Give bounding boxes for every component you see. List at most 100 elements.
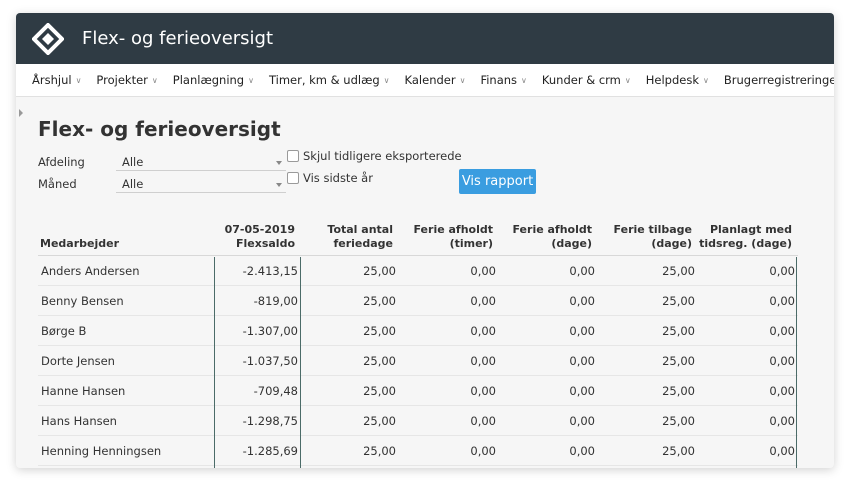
chevron-down-icon: ∨ [75, 75, 82, 85]
afdeling-value: Alle [122, 155, 144, 169]
value-cell: 0,00 [399, 435, 499, 466]
checkbox-box[interactable] [287, 150, 299, 162]
maaned-label: Måned [38, 177, 77, 191]
value-cell: 25,00 [301, 255, 399, 286]
value-cell: -2.413,15 [214, 255, 301, 286]
report-table: Medarbejder 07-05-2019 Flexsaldo Total anta… [38, 220, 798, 466]
vis-sidste-aar-label: Vis sidste år [303, 171, 373, 185]
column-header: 07-05-2019 Flexsaldo [214, 220, 301, 256]
table-row[interactable]: Anders Andersen -2.413,15 25,00 0,00 0,00 25,… [38, 255, 798, 286]
value-cell: 0,00 [698, 435, 798, 466]
main-nav: Årshjul ∨ Projekter ∨ Planlægning ∨ Timer, km … [16, 64, 834, 97]
nav-item-label: Projekter [96, 73, 148, 87]
employee-name-cell: Benny Bensen [38, 285, 214, 316]
page-title: Flex- og ferieoversigt [38, 117, 281, 141]
value-cell: 0,00 [698, 375, 798, 406]
checkbox-box[interactable] [287, 172, 299, 184]
column-header-line1: Total antal [327, 223, 393, 236]
skjul-eksporterede-checkbox[interactable]: Skjul tidligere eksporterede [287, 149, 462, 163]
table-row[interactable]: Dorte Jensen -1.037,50 25,00 0,00 0,00 25,00 0… [38, 345, 798, 376]
value-cell: 25,00 [301, 435, 399, 466]
nav-item[interactable]: Projekter ∨ [96, 73, 157, 87]
value-cell: 0,00 [499, 435, 598, 466]
chevron-down-icon: ∨ [151, 75, 158, 85]
nav-item[interactable]: Helpdesk ∨ [646, 73, 709, 87]
maaned-select[interactable]: Alle [116, 175, 286, 193]
maaned-value: Alle [122, 177, 144, 191]
value-cell: 25,00 [598, 405, 698, 436]
value-cell: 25,00 [301, 375, 399, 406]
logo-icon[interactable] [32, 22, 64, 55]
table-row[interactable]: Henning Henningsen -1.285,69 25,00 0,00 0,00… [38, 435, 798, 466]
value-cell: -819,00 [214, 285, 301, 316]
nav-item[interactable]: Planlægning ∨ [173, 73, 254, 87]
value-cell: 0,00 [499, 255, 598, 286]
value-cell: 0,00 [399, 405, 499, 436]
vis-sidste-aar-checkbox[interactable]: Vis sidste år [287, 171, 373, 185]
table-row[interactable]: Hans Hansen -1.298,75 25,00 0,00 0,00 25,00 0,… [38, 405, 798, 436]
column-header-line1: Ferie afholdt [413, 223, 493, 236]
value-cell: -709,48 [214, 375, 301, 406]
nav-item-label: Timer, km & udlæg [268, 73, 380, 87]
value-cell: 0,00 [499, 285, 598, 316]
value-cell: 25,00 [598, 315, 698, 346]
column-header: Ferie tilbage (dage) [598, 220, 698, 256]
skjul-eksporterede-label: Skjul tidligere eksporterede [303, 149, 462, 163]
nav-item[interactable]: Finans ∨ [480, 73, 526, 87]
page-content: Flex- og ferieoversigt Afdeling Alle Mån… [16, 97, 834, 468]
chevron-down-icon: ∨ [383, 75, 390, 85]
value-cell: 0,00 [698, 345, 798, 376]
nav-item-label: Brugerregistreringer [723, 73, 834, 87]
value-cell: 25,00 [301, 285, 399, 316]
column-header: Planlagt med tidsreg. (dage) [698, 220, 798, 256]
employee-name-cell: Hans Hansen [38, 405, 214, 436]
column-divider [300, 257, 301, 468]
value-cell: 0,00 [499, 375, 598, 406]
afdeling-select[interactable]: Alle [116, 153, 286, 171]
value-cell: 0,00 [698, 255, 798, 286]
value-cell: -1.307,00 [214, 315, 301, 346]
value-cell: 25,00 [301, 405, 399, 436]
nav-item-label: Planlægning [172, 73, 245, 87]
table-row[interactable]: Hanne Hansen -709,48 25,00 0,00 0,00 25,00 0,0… [38, 375, 798, 406]
column-header-line2: feriedage [333, 237, 393, 250]
sidebar-toggle-icon[interactable] [19, 109, 23, 117]
chevron-down-icon: ∨ [703, 75, 709, 85]
value-cell: -1.037,50 [214, 345, 301, 376]
value-cell: 0,00 [499, 405, 598, 436]
table-row[interactable]: Børge B -1.307,00 25,00 0,00 0,00 25,00 0,00 [38, 315, 798, 346]
value-cell: 0,00 [399, 315, 499, 346]
column-header-line1: 07-05-2019 [224, 223, 295, 236]
employee-name-cell: Hanne Hansen [38, 375, 214, 406]
value-cell: 25,00 [598, 255, 698, 286]
title-bar: Flex- og ferieoversigt [16, 13, 834, 64]
nav-item-label: Årshjul [32, 73, 72, 87]
app-window: Flex- og ferieoversigt Årshjul ∨ Projekter… [16, 13, 834, 468]
nav-item[interactable]: Brugerregistreringer∨ [724, 73, 834, 87]
chevron-down-icon [276, 161, 282, 165]
table-header-row: Medarbejder 07-05-2019 Flexsaldo Total anta… [38, 220, 798, 256]
vis-rapport-button[interactable]: Vis rapport [459, 169, 536, 194]
value-cell: 25,00 [598, 345, 698, 376]
value-cell: 0,00 [698, 405, 798, 436]
nav-item[interactable]: Kunder & crm ∨ [542, 73, 631, 87]
app-title: Flex- og ferieoversigt [82, 28, 274, 49]
column-header-line2: (dage) [651, 237, 692, 250]
nav-item[interactable]: Kalender ∨ [405, 73, 466, 87]
nav-item[interactable]: Timer, km & udlæg ∨ [269, 73, 390, 87]
value-cell: 0,00 [499, 345, 598, 376]
value-cell: 25,00 [598, 285, 698, 316]
value-cell: 0,00 [499, 315, 598, 346]
column-header-line1: Ferie afholdt [512, 223, 592, 236]
chevron-down-icon: ∨ [459, 75, 466, 85]
column-header: Total antal feriedage [301, 220, 399, 256]
chevron-down-icon: ∨ [624, 75, 631, 85]
afdeling-label: Afdeling [38, 155, 85, 169]
employee-name-cell: Børge B [38, 315, 214, 346]
nav-item[interactable]: Årshjul ∨ [32, 73, 81, 87]
value-cell: 25,00 [301, 315, 399, 346]
value-cell: -1.298,75 [214, 405, 301, 436]
table-row[interactable]: Benny Bensen -819,00 25,00 0,00 0,00 25,00 0,0… [38, 285, 798, 316]
nav-item-label: Kalender [404, 73, 456, 87]
nav-item-label: Finans [480, 73, 518, 87]
